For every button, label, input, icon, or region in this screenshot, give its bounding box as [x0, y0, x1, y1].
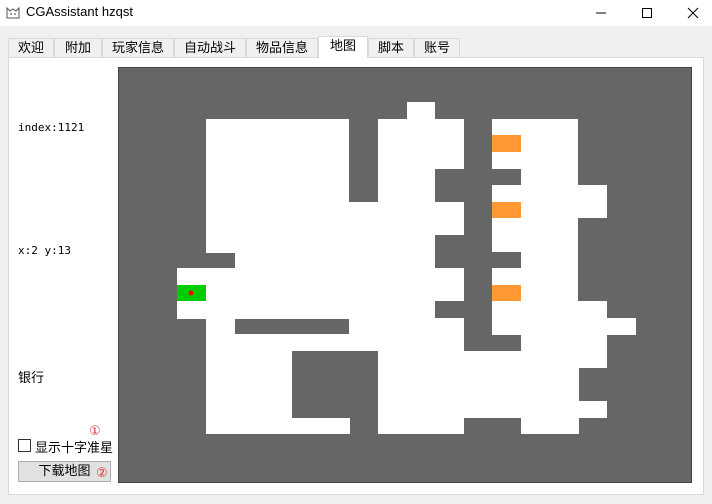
close-button[interactable] — [670, 0, 712, 26]
npc-marker[interactable] — [492, 202, 521, 218]
npc-marker[interactable] — [492, 285, 521, 301]
close-icon — [687, 7, 699, 19]
tab-item-info[interactable]: 物品信息 — [246, 38, 318, 57]
checkbox-box[interactable] — [18, 439, 31, 452]
tab-account[interactable]: 账号 — [414, 38, 460, 57]
map-canvas[interactable] — [118, 67, 692, 483]
annotation-marker-2: ② — [96, 466, 108, 481]
tab-auto-battle[interactable]: 自动战斗 — [174, 38, 246, 57]
minimize-icon — [596, 12, 606, 14]
minimize-button[interactable] — [578, 0, 624, 26]
tab-script[interactable]: 脚本 — [368, 38, 414, 57]
tab-extra[interactable]: 附加 — [54, 38, 102, 57]
annotation-marker-1: ① — [89, 424, 101, 439]
player-dot — [188, 290, 194, 296]
window-title: CGAssistant hzqst — [26, 4, 133, 19]
location-name: 银行 — [18, 371, 45, 386]
map-grid — [177, 102, 636, 434]
npc-marker[interactable] — [492, 135, 521, 152]
map-index-label: index:1121 — [18, 121, 85, 134]
tab-player-info[interactable]: 玩家信息 — [102, 38, 174, 57]
maximize-button[interactable] — [624, 0, 670, 26]
tab-map[interactable]: 地图 — [318, 36, 368, 58]
crosshair-checkbox-label: 显示十字准星 — [35, 441, 114, 456]
app-window: CGAssistant hzqst 欢迎 附加 玩家信息 自动战斗 物品信息 地… — [0, 0, 712, 504]
title-bar: CGAssistant hzqst — [0, 0, 712, 26]
maximize-icon — [642, 8, 652, 18]
tab-welcome[interactable]: 欢迎 — [8, 38, 54, 57]
map-floor — [177, 102, 636, 434]
cat-face-icon — [5, 4, 21, 20]
player-coords-label: x:2 y:13 — [18, 244, 71, 257]
